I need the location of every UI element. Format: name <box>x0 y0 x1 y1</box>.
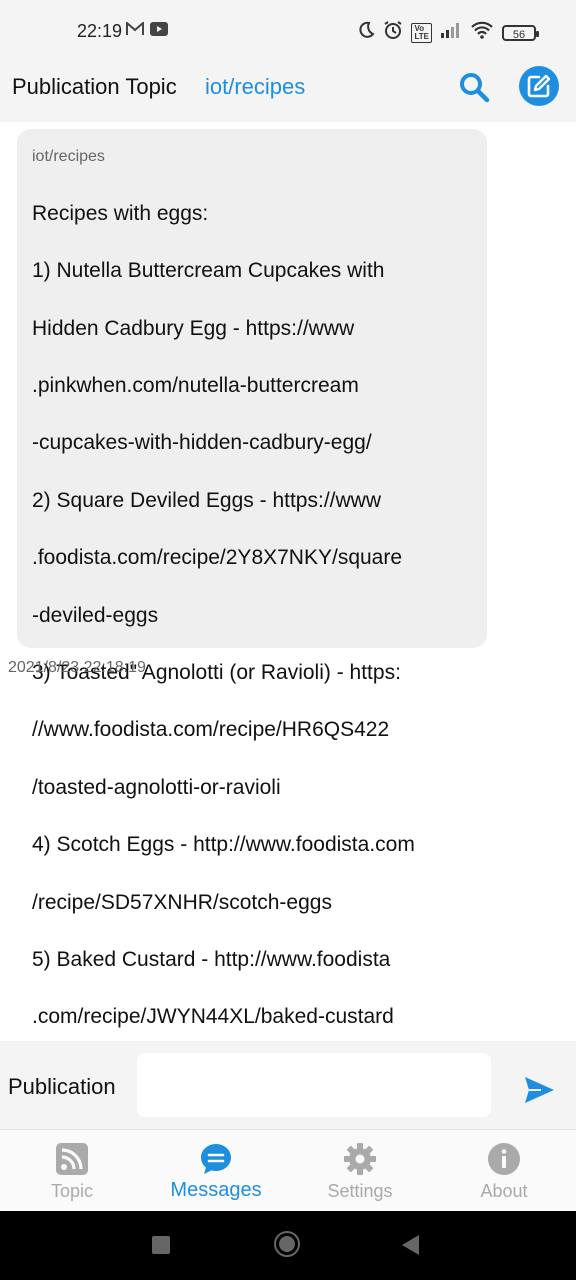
message-line: -cupcakes-with-hidden-cadbury-egg/ <box>32 431 372 455</box>
publication-topic-label: Publication Topic <box>12 74 177 99</box>
nav-item-settings[interactable]: Settings <box>288 1130 432 1212</box>
nav-label-about: About <box>480 1181 528 1201</box>
battery-icon: 56 <box>502 24 539 41</box>
message-line: .foodista.com/recipe/2Y8X7NKY/square <box>32 546 403 570</box>
message-line: /toasted-agnolotti-or-ravioli <box>32 775 281 799</box>
wifi-icon <box>470 21 494 44</box>
nav-item-messages[interactable]: Messages <box>144 1130 288 1212</box>
search-icon <box>460 73 490 103</box>
nav-item-topic[interactable]: Topic <box>0 1130 144 1212</box>
publication-topic-value[interactable]: iot/recipes <box>205 74 305 100</box>
publication-bar: Publication <box>0 1041 576 1129</box>
status-bar: 22:19 Vo LTE 56 <box>0 0 576 64</box>
signal-icon <box>440 22 462 43</box>
message-body: Recipes with eggs: 1) Nutella Buttercrea… <box>32 171 471 1061</box>
info-icon <box>488 1143 520 1175</box>
message-line: Hidden Cadbury Egg - https://www <box>32 316 355 340</box>
nav-item-about[interactable]: About <box>432 1130 576 1212</box>
message-line: Recipes with eggs: <box>32 201 209 225</box>
send-icon <box>525 1077 554 1103</box>
edit-topic-button[interactable] <box>519 66 559 106</box>
topic-header: Publication Topic iot/recipes <box>0 64 576 122</box>
youtube-icon <box>150 22 168 41</box>
message-timestamp: 2021/8/23 22:18:19 <box>8 659 146 676</box>
recents-icon[interactable] <box>152 1236 170 1254</box>
message-bubble[interactable]: iot/recipes Recipes with eggs: 1) Nutell… <box>17 129 487 1028</box>
nav-label-topic: Topic <box>50 1181 94 1201</box>
message-line: //www.foodista.com/recipe/HR6QS422 <box>32 718 390 742</box>
message-line: 5) Baked Custard - http://www.foodista <box>32 947 391 971</box>
nav-label-messages: Messages <box>170 1179 262 1201</box>
nav-label-settings: Settings <box>327 1181 393 1201</box>
rss-icon <box>56 1143 88 1175</box>
message-line: /recipe/SD57XNHR/scotch-eggs <box>32 890 332 914</box>
status-left-icons <box>126 20 168 41</box>
bottom-nav: Topic Messages Settings About <box>0 1129 576 1211</box>
home-icon[interactable] <box>274 1231 300 1257</box>
message-line: 1) Nutella Buttercream Cupcakes with <box>32 259 385 283</box>
gear-icon <box>344 1143 376 1175</box>
chat-bubble-icon <box>201 1144 231 1174</box>
edit-icon <box>527 74 551 98</box>
gmail-icon <box>126 20 144 41</box>
status-right-icons: Vo LTE 56 <box>357 20 539 45</box>
message-topic: iot/recipes <box>32 148 105 165</box>
volte-icon: Vo LTE <box>411 22 432 43</box>
message-line: .pinkwhen.com/nutella-buttercream <box>32 373 359 397</box>
back-icon[interactable] <box>402 1235 419 1255</box>
publication-input[interactable] <box>137 1053 491 1117</box>
send-button[interactable] <box>522 1073 556 1107</box>
message-line: 2) Square Deviled Eggs - https://www <box>32 488 381 512</box>
alarm-icon <box>383 20 403 45</box>
system-nav-bar <box>0 1211 576 1280</box>
message-line: -deviled-eggs <box>32 603 159 627</box>
message-line: .com/recipe/JWYN44XL/baked-custard <box>32 1005 394 1029</box>
status-time: 22:19 <box>77 21 123 41</box>
publication-label: Publication <box>8 1074 116 1099</box>
search-button[interactable] <box>456 69 492 105</box>
message-line: 4) Scotch Eggs - http://www.foodista.com <box>32 833 415 857</box>
moon-icon <box>357 21 376 44</box>
